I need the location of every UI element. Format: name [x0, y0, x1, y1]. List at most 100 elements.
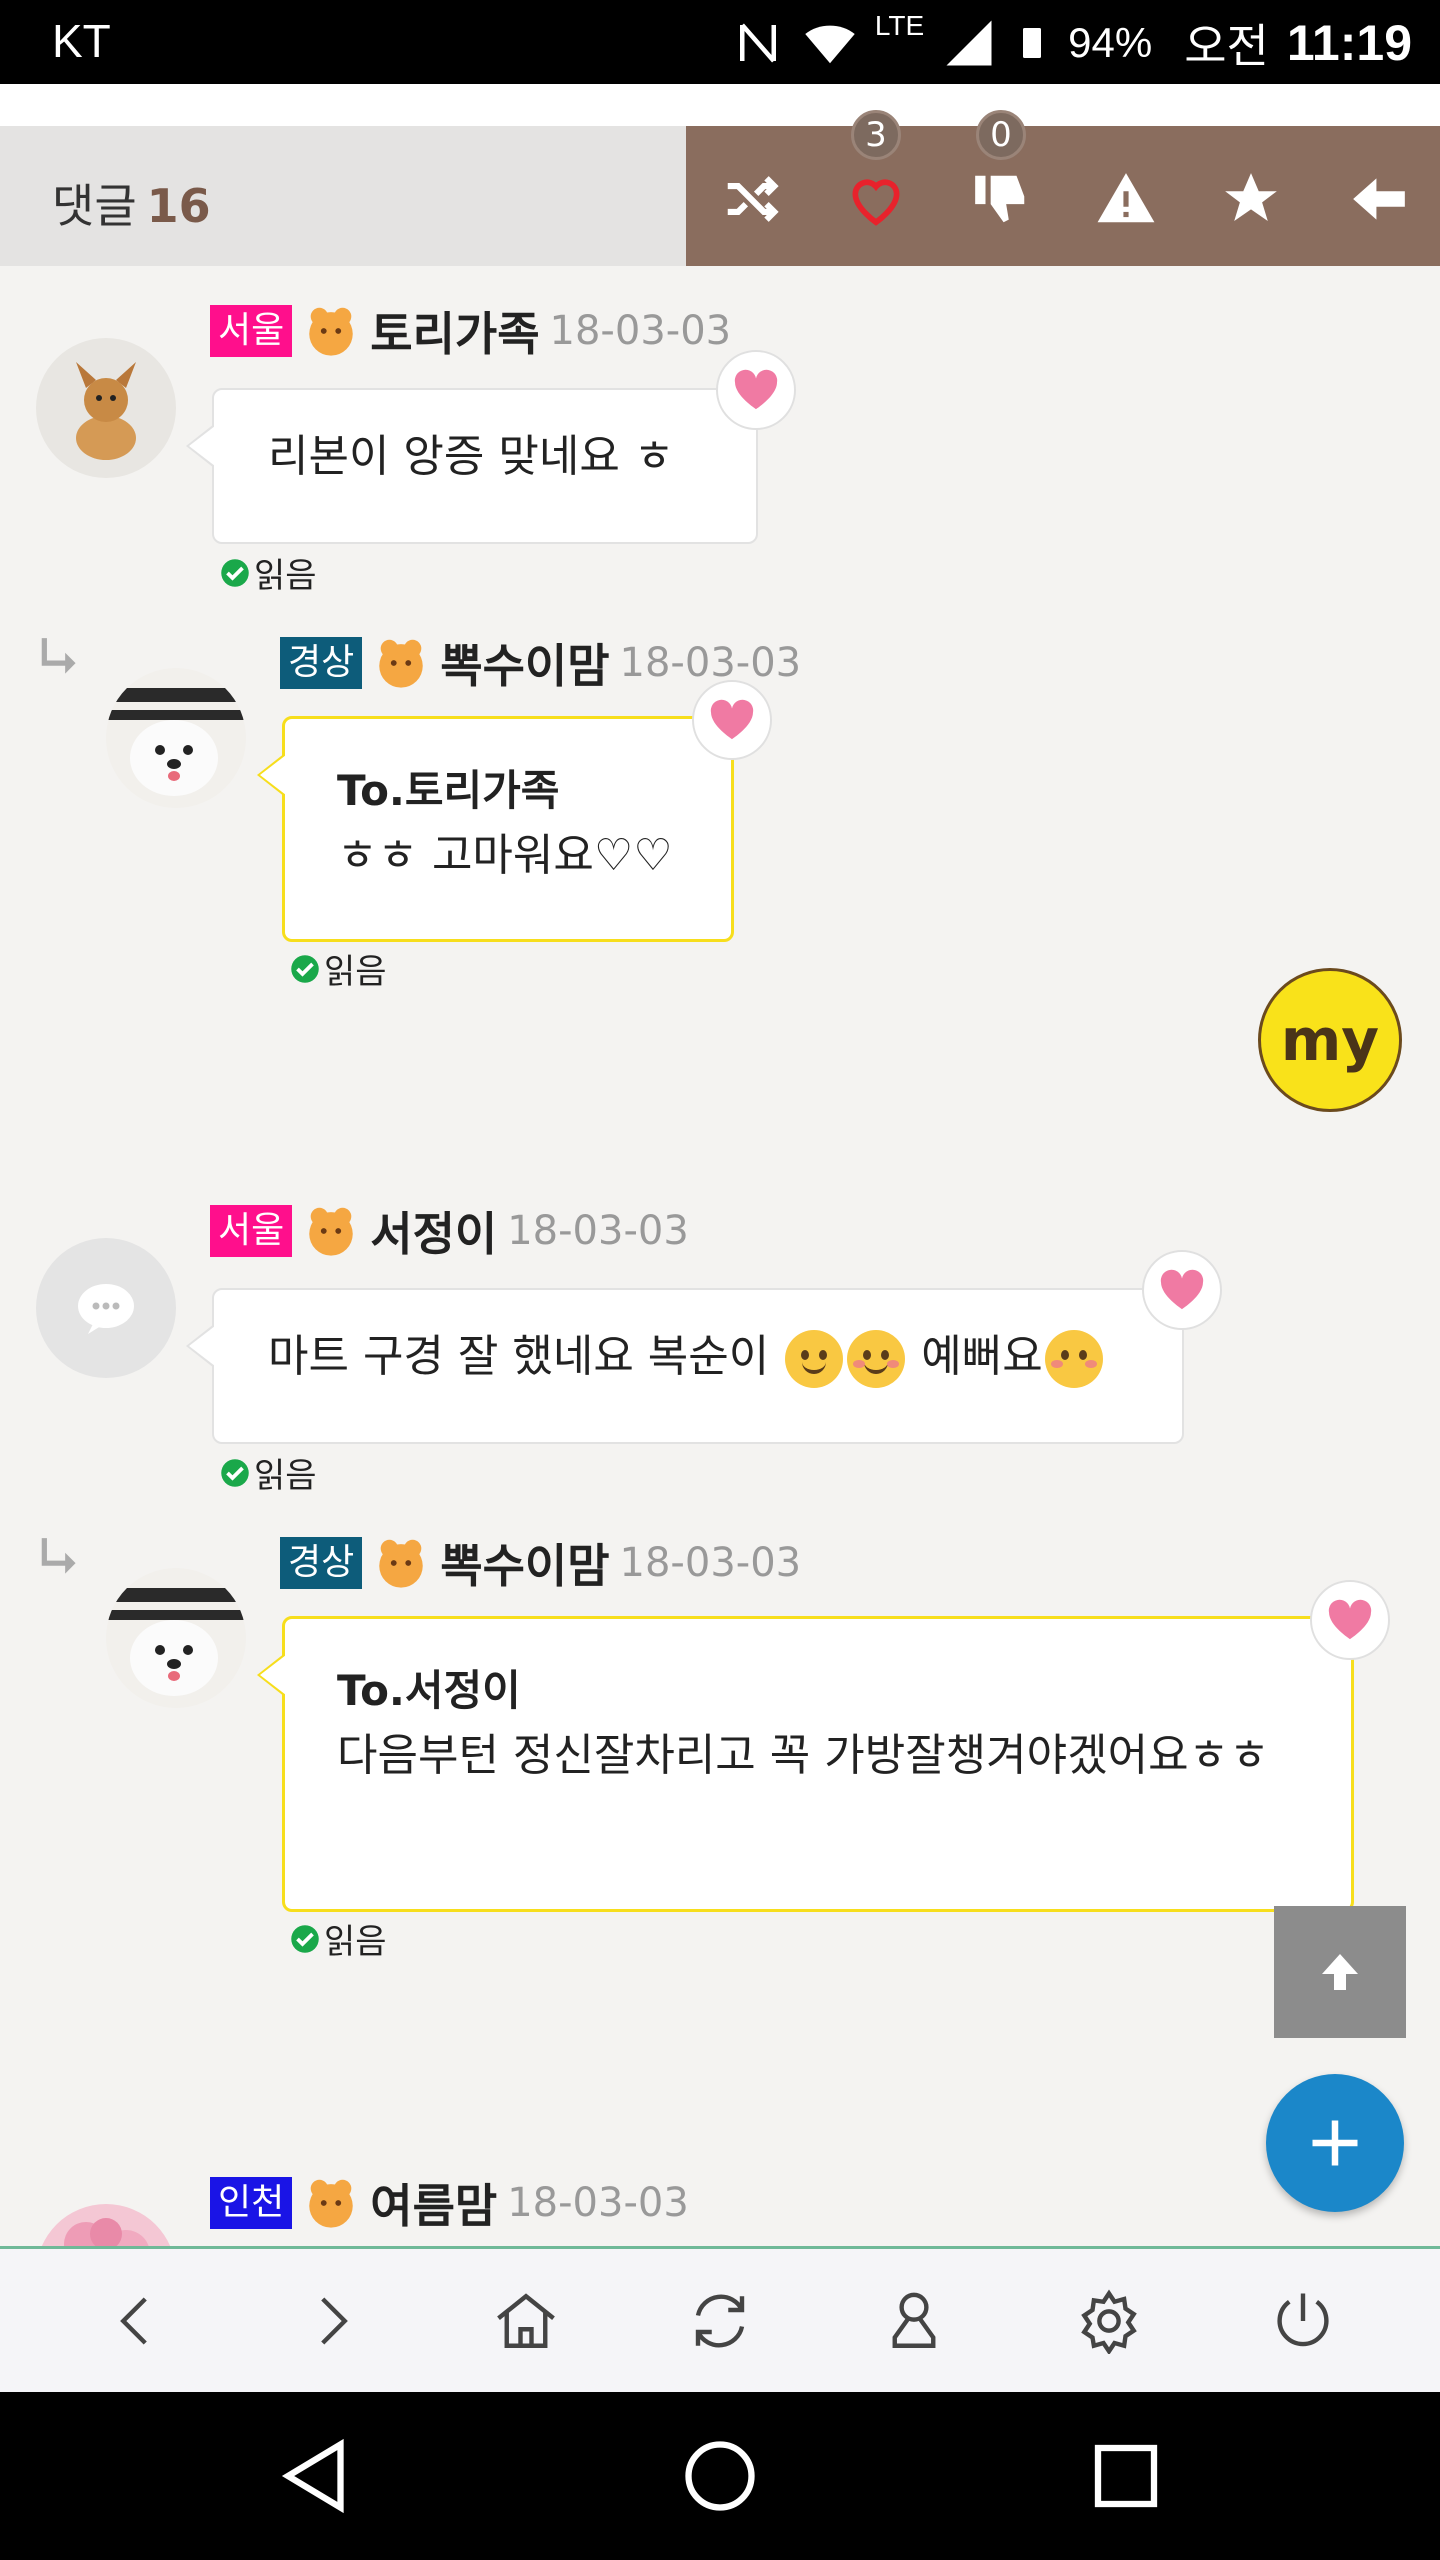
read-label: 읽음	[254, 556, 317, 596]
comment-count-area: 댓글 16	[0, 126, 686, 266]
comment-date: 18-03-03	[619, 1540, 802, 1586]
avatar[interactable]	[106, 668, 246, 808]
home-icon	[496, 2292, 555, 2348]
scroll-top-button[interactable]	[1274, 1906, 1406, 2038]
comment-bubble: 리본이 앙증 맞네요 ㅎ	[186, 388, 758, 544]
default-chat-avatar	[78, 1284, 134, 1334]
comment-meta: 서울 토리가족 18-03-03	[210, 298, 731, 364]
account-button[interactable]	[874, 2281, 954, 2361]
wifi-icon	[805, 25, 855, 64]
comment-text: 마트 구경 잘 했네요 복순이	[268, 1331, 770, 1382]
grade-icon	[309, 2179, 353, 2228]
like-count-badge: 3	[851, 110, 901, 160]
article-body-edge	[0, 84, 1440, 126]
shuffle-button[interactable]	[716, 164, 786, 234]
bubble-tail	[186, 1324, 215, 1368]
read-status: 읽음	[290, 944, 387, 993]
system-recents-button[interactable]	[1084, 2434, 1168, 2518]
power-button[interactable]	[1263, 2281, 1343, 2361]
region-badge: 경상	[280, 1537, 363, 1589]
system-back-button[interactable]	[274, 2434, 358, 2518]
system-home-button[interactable]	[678, 2434, 762, 2518]
nav-back-button[interactable]	[97, 2281, 177, 2361]
gear-icon	[1080, 2289, 1137, 2354]
avatar[interactable]	[36, 2204, 176, 2246]
reply-target[interactable]: To.토리가족	[337, 761, 679, 821]
refresh-button[interactable]	[680, 2281, 760, 2361]
person-icon	[892, 2292, 936, 2348]
comment-header-bar: 댓글 16 3 0	[0, 110, 1440, 266]
region-badge: 서울	[210, 305, 293, 357]
avatar[interactable]	[36, 338, 176, 478]
plus-icon	[1312, 2120, 1358, 2166]
grade-icon	[379, 639, 423, 688]
region-badge: 인천	[210, 2177, 293, 2229]
bubble-tail	[257, 1653, 286, 1697]
comment-count: 16	[146, 179, 211, 233]
grade-icon	[309, 1207, 353, 1256]
comment-date: 18-03-03	[549, 308, 732, 354]
comment-date: 18-03-03	[507, 2180, 689, 2226]
avatar[interactable]	[106, 1568, 246, 1708]
grade-icon	[379, 1539, 423, 1588]
reply-target[interactable]: To.서정이	[337, 1661, 1299, 1721]
my-button[interactable]: my	[1258, 968, 1402, 1112]
back-button[interactable]	[1344, 164, 1414, 234]
heart-icon	[1328, 1599, 1372, 1640]
check-circle-icon	[221, 558, 249, 587]
bookmark-button[interactable]	[1216, 164, 1286, 234]
white-dog-photo	[106, 1568, 246, 1708]
reply-arrow-icon	[41, 1538, 76, 1574]
write-comment-button[interactable]	[1266, 2074, 1404, 2212]
heart-icon	[1160, 1269, 1204, 1310]
region-badge: 서울	[210, 1205, 293, 1257]
chevron-left-icon	[120, 2296, 147, 2345]
nickname[interactable]: 여름맘	[370, 2170, 497, 2236]
reply-item: 경상 뽁수이맘 18-03-03 To.서정이 다음부턴 정신잘차리고 꼭 가방…	[0, 1520, 1440, 1962]
reply-bubble: To.서정이 다음부턴 정신잘차리고 꼭 가방잘챙겨야겠어요ㅎㅎ	[257, 1616, 1354, 1912]
dislike-count-badge: 0	[976, 110, 1026, 160]
comment-like-button[interactable]	[716, 350, 796, 430]
nickname[interactable]: 토리가족	[370, 298, 539, 364]
avatar[interactable]	[36, 1238, 176, 1378]
comment-like-button[interactable]	[692, 680, 772, 760]
clock: 11:19	[1286, 15, 1412, 71]
nickname[interactable]: 뽁수이맘	[440, 1530, 609, 1596]
power-icon	[1277, 2293, 1329, 2346]
check-circle-icon	[291, 954, 319, 983]
reply-bubble: To.토리가족 ㅎㅎ 고마워요♡♡	[257, 716, 734, 942]
comment-date: 18-03-03	[619, 640, 802, 686]
chihuahua-photo	[36, 338, 176, 478]
comment-date: 18-03-03	[507, 1208, 689, 1254]
my-label: my	[1280, 1006, 1380, 1074]
nickname[interactable]: 뽁수이맘	[440, 630, 609, 696]
comment-like-button[interactable]	[1142, 1250, 1222, 1330]
status-icons: LTE 94% 오전 11:19	[731, 10, 1412, 76]
comment-text: ㅎㅎ 고마워요♡♡	[337, 830, 673, 881]
shuffle-icon	[727, 176, 779, 222]
nickname[interactable]: 서정이	[370, 1198, 497, 1264]
home-button[interactable]	[486, 2281, 566, 2361]
back-arrow-icon	[1353, 178, 1405, 220]
comment-bubble: 마트 구경 잘 했네요 복순이 예뻐요	[186, 1288, 1184, 1444]
smile-emoji-icon	[847, 1330, 906, 1388]
heart-outline-icon	[852, 179, 900, 226]
battery-icon	[1023, 28, 1042, 58]
star-icon	[1225, 173, 1277, 221]
heart-icon	[734, 369, 778, 410]
chevron-right-icon	[321, 2296, 349, 2345]
system-nav-bar	[0, 2392, 1440, 2560]
reply-arrow-icon	[41, 638, 76, 674]
comment-item: 인천 여름맘 18-03-03	[0, 2170, 1440, 2246]
comment-meta: 서울 서정이 18-03-03	[210, 1198, 689, 1264]
like-button[interactable]: 3	[841, 110, 911, 234]
settings-button[interactable]	[1069, 2281, 1149, 2361]
reply-item: 경상 뽁수이맘 18-03-03 To.토리가족 ㅎㅎ 고마워요♡♡ 읽음	[0, 620, 1440, 992]
nfc-icon	[739, 23, 776, 63]
report-button[interactable]	[1091, 164, 1161, 234]
status-bar: KT LTE 94% 오전 11:19	[0, 0, 1440, 84]
dislike-button[interactable]: 0	[966, 110, 1036, 234]
nav-forward-button[interactable]	[291, 2281, 371, 2361]
comment-like-button[interactable]	[1310, 1580, 1390, 1660]
read-label: 읽음	[324, 1922, 387, 1962]
